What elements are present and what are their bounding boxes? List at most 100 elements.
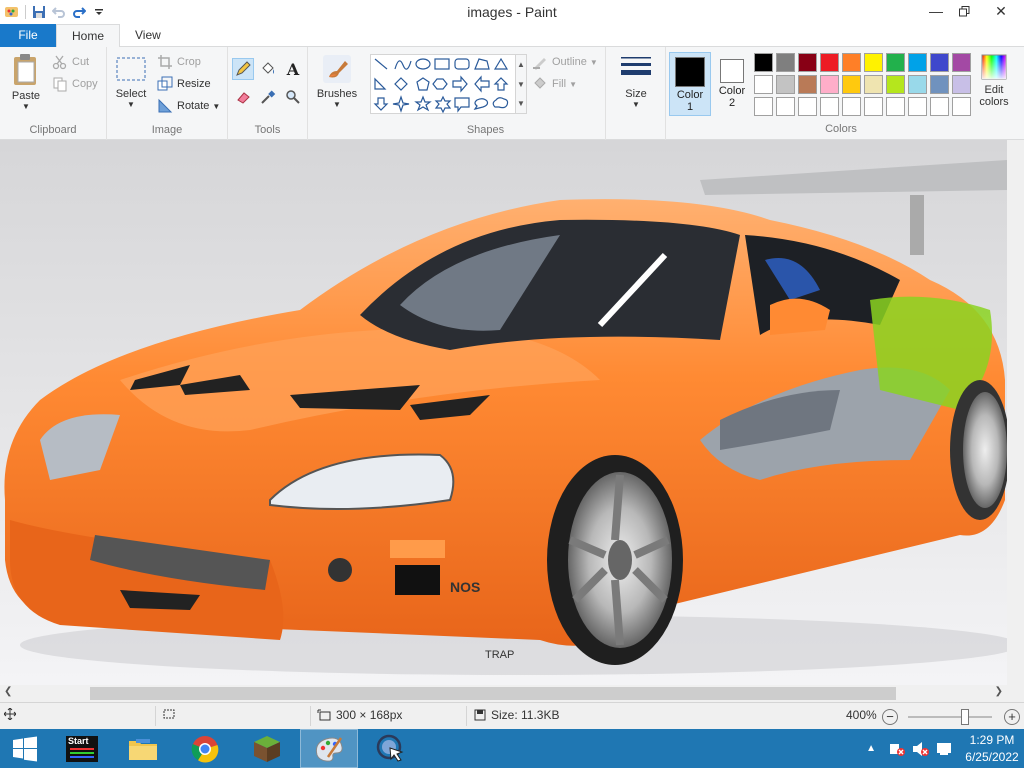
- scroll-up-icon[interactable]: ▲: [516, 55, 526, 75]
- show-hidden-icons[interactable]: ▲: [866, 743, 876, 754]
- tab-file[interactable]: File: [0, 24, 56, 47]
- palette-custom-slot[interactable]: [842, 97, 861, 116]
- palette-custom-slot[interactable]: [886, 97, 905, 116]
- edit-colors-button[interactable]: Edit colors: [974, 53, 1014, 108]
- size-button[interactable]: Size ▼: [618, 55, 654, 109]
- undo-icon[interactable]: [49, 2, 69, 22]
- zoom-in-button[interactable]: +: [1004, 709, 1020, 725]
- palette-color-swatch[interactable]: [886, 75, 905, 94]
- pencil-tool[interactable]: [232, 58, 254, 80]
- palette-custom-slot[interactable]: [908, 97, 927, 116]
- palette-color-swatch[interactable]: [776, 75, 795, 94]
- diamond-shape-icon[interactable]: [394, 77, 408, 91]
- rotate-button[interactable]: Rotate ▼: [157, 96, 220, 116]
- taskbar-minecraft[interactable]: [238, 729, 296, 768]
- save-icon[interactable]: [29, 2, 49, 22]
- shapes-scrollbar[interactable]: ▲ ▼ ▼: [515, 54, 527, 114]
- tab-view[interactable]: View: [120, 24, 176, 47]
- palette-color-swatch[interactable]: [820, 53, 839, 72]
- brushes-button[interactable]: Brushes ▼: [314, 53, 360, 109]
- fill-button[interactable]: Fill ▼: [532, 74, 577, 94]
- scroll-left-icon[interactable]: ❮: [4, 686, 12, 697]
- pentagon-shape-icon[interactable]: [416, 77, 430, 91]
- callout-oval-shape-icon[interactable]: [473, 98, 489, 110]
- palette-color-swatch[interactable]: [864, 75, 883, 94]
- taskbar-cursor-app[interactable]: [362, 729, 420, 768]
- taskbar-paint[interactable]: [300, 729, 358, 768]
- fill-tool[interactable]: [257, 58, 279, 80]
- network-icon[interactable]: [888, 741, 906, 757]
- taskbar-file-explorer[interactable]: [118, 729, 168, 768]
- palette-custom-slot[interactable]: [864, 97, 883, 116]
- palette-color-swatch[interactable]: [754, 75, 773, 94]
- palette-custom-slot[interactable]: [776, 97, 795, 116]
- curve-shape-icon[interactable]: [394, 60, 412, 70]
- six-point-star-shape-icon[interactable]: [434, 95, 452, 114]
- callout-cloud-shape-icon[interactable]: [492, 97, 509, 109]
- copy-button[interactable]: Copy: [52, 74, 98, 94]
- rectangle-shape-icon[interactable]: [434, 58, 450, 70]
- palette-custom-slot[interactable]: [952, 97, 971, 116]
- zoom-out-button[interactable]: −: [882, 709, 898, 725]
- palette-color-swatch[interactable]: [952, 53, 971, 72]
- palette-color-swatch[interactable]: [952, 75, 971, 94]
- horizontal-scroll-thumb[interactable]: [90, 687, 896, 700]
- vertical-scrollbar[interactable]: [1007, 140, 1024, 685]
- action-center-icon[interactable]: [936, 741, 954, 757]
- palette-color-swatch[interactable]: [864, 53, 883, 72]
- redo-icon[interactable]: [69, 2, 89, 22]
- palette-color-swatch[interactable]: [908, 53, 927, 72]
- palette-color-swatch[interactable]: [798, 53, 817, 72]
- start-button[interactable]: [0, 729, 50, 768]
- color1-button[interactable]: Color 1: [669, 52, 711, 116]
- four-point-star-shape-icon[interactable]: [392, 95, 410, 113]
- minimize-button[interactable]: —: [922, 0, 950, 22]
- palette-custom-slot[interactable]: [820, 97, 839, 116]
- up-arrow-shape-icon[interactable]: [493, 77, 509, 91]
- cut-button[interactable]: Cut: [52, 52, 89, 72]
- palette-color-swatch[interactable]: [776, 53, 795, 72]
- oval-shape-icon[interactable]: [415, 58, 431, 70]
- rounded-rectangle-shape-icon[interactable]: [454, 58, 470, 70]
- palette-color-swatch[interactable]: [930, 53, 949, 72]
- text-tool[interactable]: A: [282, 58, 304, 80]
- clock[interactable]: 1:29 PM 6/25/2022: [960, 732, 1024, 766]
- paste-button[interactable]: Paste ▼: [6, 53, 46, 111]
- callout-rectangle-shape-icon[interactable]: [454, 97, 470, 113]
- palette-color-swatch[interactable]: [908, 75, 927, 94]
- five-point-star-shape-icon[interactable]: [414, 95, 432, 112]
- canvas-image[interactable]: NOS TRAP: [0, 140, 1007, 685]
- zoom-slider-thumb[interactable]: [961, 709, 969, 725]
- palette-custom-slot[interactable]: [798, 97, 817, 116]
- resize-button[interactable]: Resize: [157, 74, 211, 94]
- palette-color-swatch[interactable]: [842, 53, 861, 72]
- eraser-tool[interactable]: [232, 86, 254, 108]
- hexagon-shape-icon[interactable]: [432, 78, 448, 90]
- palette-color-swatch[interactable]: [842, 75, 861, 94]
- palette-custom-slot[interactable]: [754, 97, 773, 116]
- scroll-right-icon[interactable]: ❯: [995, 686, 1003, 697]
- zoom-slider-track[interactable]: [908, 716, 992, 718]
- paint-app-icon[interactable]: [2, 2, 22, 22]
- taskbar-start-app[interactable]: Start: [58, 729, 106, 768]
- crop-button[interactable]: Crop: [157, 52, 201, 72]
- left-arrow-shape-icon[interactable]: [474, 75, 490, 93]
- restore-button[interactable]: [950, 0, 978, 22]
- magnifier-tool[interactable]: [282, 86, 304, 108]
- palette-color-swatch[interactable]: [886, 53, 905, 72]
- triangle-shape-icon[interactable]: [493, 57, 509, 70]
- right-arrow-shape-icon[interactable]: [452, 75, 468, 93]
- speaker-muted-icon[interactable]: [912, 741, 930, 757]
- polygon-shape-icon[interactable]: [474, 58, 490, 70]
- color-picker-tool[interactable]: [257, 86, 279, 108]
- taskbar-chrome[interactable]: [176, 729, 234, 768]
- palette-color-swatch[interactable]: [820, 75, 839, 94]
- close-button[interactable]: ✕: [978, 0, 1024, 22]
- palette-custom-slot[interactable]: [930, 97, 949, 116]
- line-shape-icon[interactable]: [374, 58, 388, 70]
- horizontal-scrollbar[interactable]: ❮ ❯: [0, 685, 1007, 702]
- palette-color-swatch[interactable]: [754, 53, 773, 72]
- palette-color-swatch[interactable]: [798, 75, 817, 94]
- down-arrow-shape-icon[interactable]: [373, 97, 389, 111]
- more-shapes-icon[interactable]: ▼: [516, 95, 526, 113]
